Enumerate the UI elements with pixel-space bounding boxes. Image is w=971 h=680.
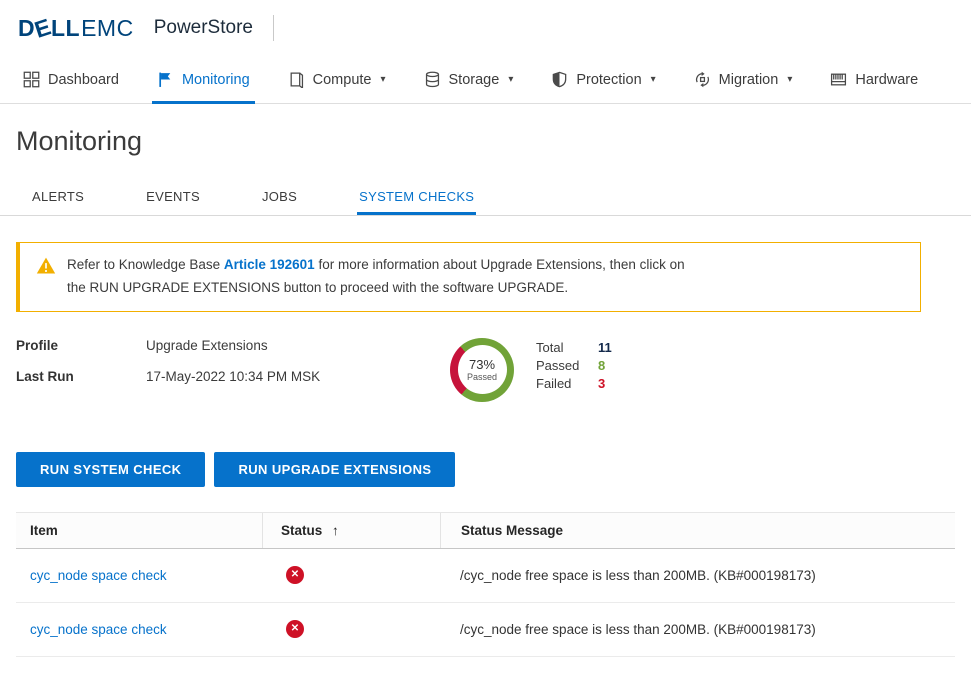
status-cell: ✕ [262, 566, 440, 584]
main-nav: Dashboard Monitoring Compute ▾ Storage ▾ [0, 56, 971, 104]
storage-icon [424, 71, 441, 88]
banner-text-line2: the RUN UPGRADE EXTENSIONS button to pro… [67, 280, 568, 295]
stat-total: Total 11 [536, 340, 612, 355]
stat-value: 11 [598, 340, 612, 355]
last-run-label: Last Run [16, 369, 146, 384]
profile-row: Profile Upgrade Extensions [16, 338, 450, 353]
last-run-row: Last Run 17-May-2022 10:34 PM MSK [16, 369, 450, 384]
nav-storage[interactable]: Storage ▾ [405, 56, 533, 103]
nav-label: Dashboard [48, 72, 119, 88]
chevron-down-icon: ▾ [380, 74, 385, 85]
tab-alerts[interactable]: ALERTS [30, 180, 86, 215]
stat-value: 3 [598, 376, 605, 391]
chevron-down-icon: ▾ [651, 74, 656, 85]
warning-banner: Refer to Knowledge Base Article 192601 f… [16, 242, 921, 312]
nav-dashboard[interactable]: Dashboard [4, 56, 138, 103]
stat-value: 8 [598, 358, 605, 373]
donut-chart: 73% Passed [450, 338, 514, 402]
banner-text: Refer to Knowledge Base Article 192601 f… [67, 254, 685, 300]
table-header-row: Item Status ↑ Status Message [16, 512, 955, 549]
flag-icon [157, 71, 174, 88]
nav-label: Migration [719, 72, 779, 88]
item-link[interactable]: cyc_node space check [30, 568, 167, 583]
nav-label: Monitoring [182, 72, 250, 88]
column-header-status[interactable]: Status ↑ [262, 513, 440, 548]
tab-jobs[interactable]: JOBS [260, 180, 299, 215]
stat-label: Passed [536, 358, 598, 373]
logo-emc: EMC [81, 15, 134, 42]
stat-failed: Failed 3 [536, 376, 612, 391]
column-header-status-message[interactable]: Status Message [440, 513, 955, 548]
tab-bar: ALERTS EVENTS JOBS SYSTEM CHECKS [0, 180, 971, 216]
sort-ascending-icon: ↑ [332, 523, 339, 538]
app-header: DELLEMC PowerStore [0, 0, 971, 56]
status-cell: ✕ [262, 620, 440, 638]
run-system-check-button[interactable]: RUN SYSTEM CHECK [16, 452, 205, 487]
table-row[interactable]: cyc_node space check ✕ /cyc_node free sp… [16, 549, 955, 603]
donut-passed-label: Passed [467, 372, 497, 382]
item-cell: cyc_node space check [16, 568, 262, 583]
nav-compute[interactable]: Compute ▾ [269, 56, 405, 103]
nav-label: Hardware [855, 72, 918, 88]
status-message-cell: /cyc_node free space is less than 200MB.… [440, 568, 955, 583]
system-check-summary: Profile Upgrade Extensions Last Run 17-M… [16, 338, 955, 402]
profile-label: Profile [16, 338, 146, 353]
page-title: Monitoring [16, 124, 971, 158]
tab-system-checks[interactable]: SYSTEM CHECKS [357, 180, 476, 215]
system-checks-table: Item Status ↑ Status Message cyc_node sp… [16, 512, 955, 657]
header-divider [273, 15, 274, 41]
donut-center: 73% Passed [458, 345, 507, 394]
migration-arrows-icon [694, 71, 711, 88]
stat-label: Failed [536, 376, 598, 391]
nav-monitoring[interactable]: Monitoring [138, 56, 269, 103]
kb-article-link[interactable]: Article 192601 [224, 257, 315, 272]
compute-icon [288, 71, 305, 88]
nav-label: Compute [313, 72, 372, 88]
profile-info: Profile Upgrade Extensions Last Run 17-M… [16, 338, 450, 400]
chevron-down-icon: ▾ [508, 74, 513, 85]
nav-hardware[interactable]: Hardware [811, 56, 937, 103]
nav-label: Protection [576, 72, 641, 88]
app-window: DELLEMC PowerStore Dashboard Monitoring … [0, 0, 971, 657]
stat-passed: Passed 8 [536, 358, 612, 373]
warning-triangle-icon [36, 256, 56, 281]
failed-status-icon: ✕ [286, 620, 304, 638]
nav-label: Storage [449, 72, 500, 88]
main-content: Monitoring ALERTS EVENTS JOBS SYSTEM CHE… [0, 124, 971, 657]
column-header-item[interactable]: Item [16, 513, 262, 548]
check-stats: Total 11 Passed 8 Failed 3 [536, 338, 612, 391]
hardware-icon [830, 71, 847, 88]
last-run-value: 17-May-2022 10:34 PM MSK [146, 369, 320, 384]
nav-migration[interactable]: Migration ▾ [675, 56, 812, 103]
dashboard-icon [23, 71, 40, 88]
tab-events[interactable]: EVENTS [144, 180, 202, 215]
failed-status-icon: ✕ [286, 566, 304, 584]
dell-emc-logo: DELLEMC [18, 15, 134, 42]
donut-percent-label: 73% [469, 357, 495, 372]
run-upgrade-extensions-button[interactable]: RUN UPGRADE EXTENSIONS [214, 452, 455, 487]
status-message-cell: /cyc_node free space is less than 200MB.… [440, 622, 955, 637]
action-buttons: RUN SYSTEM CHECK RUN UPGRADE EXTENSIONS [16, 452, 955, 487]
column-header-status-label: Status [281, 523, 322, 538]
banner-text-pre: Refer to Knowledge Base [67, 257, 220, 272]
shield-icon [551, 71, 568, 88]
item-cell: cyc_node space check [16, 622, 262, 637]
chevron-down-icon: ▾ [787, 74, 792, 85]
banner-text-post: for more information about Upgrade Exten… [318, 257, 684, 272]
table-row[interactable]: cyc_node space check ✕ /cyc_node free sp… [16, 603, 955, 657]
stat-label: Total [536, 340, 598, 355]
logo-letter: LL [51, 15, 80, 42]
nav-protection[interactable]: Protection ▾ [532, 56, 674, 103]
product-name: PowerStore [154, 17, 253, 39]
item-link[interactable]: cyc_node space check [30, 622, 167, 637]
profile-value: Upgrade Extensions [146, 338, 268, 353]
